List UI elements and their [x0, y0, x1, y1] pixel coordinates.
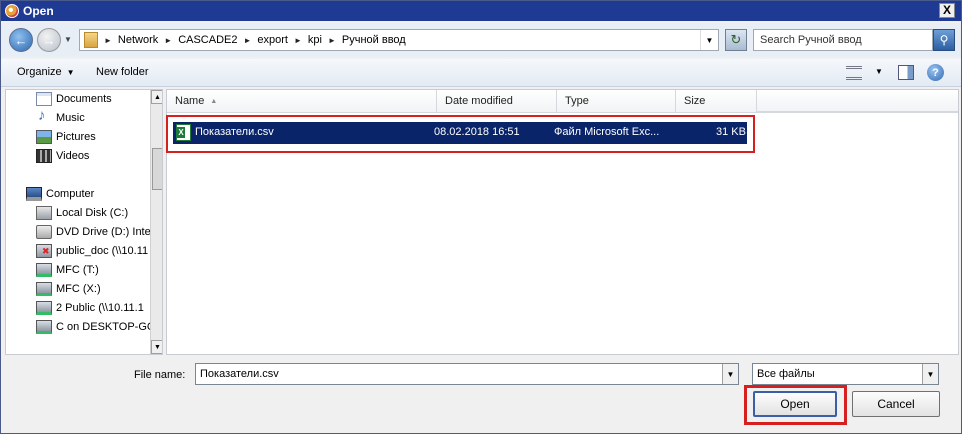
nav-item-label: Documents [56, 93, 112, 105]
chevron-down-icon[interactable]: ▼ [722, 364, 738, 384]
refresh-button[interactable]: ↻ [725, 29, 747, 51]
nav-item-pictures[interactable]: Pictures [36, 128, 96, 146]
dvd-drive-icon [36, 225, 52, 239]
nav-item-label: Computer [46, 188, 95, 200]
nav-item-c-on-desktop[interactable]: C on DESKTOP-GCF [36, 318, 162, 336]
header-divider [167, 112, 958, 113]
nav-item-label: Pictures [56, 131, 96, 143]
command-bar: Organize ▼ New folder ▼ ? [1, 59, 961, 87]
network-drive-icon [36, 320, 52, 334]
breadcrumb-export[interactable]: ► export [243, 34, 288, 46]
breadcrumb-kpi[interactable]: ► kpi [294, 34, 322, 46]
change-view-icon[interactable] [846, 66, 862, 80]
forward-button[interactable]: → [37, 28, 61, 52]
breadcrumb-separator-icon: ► [104, 35, 112, 45]
nav-item-public-doc[interactable]: public_doc (\\10.11 [36, 242, 148, 260]
breadcrumb-separator-icon: ► [243, 35, 252, 45]
search-icon[interactable]: ⚲ [933, 29, 955, 51]
file-name-input[interactable]: Показатели.csv ▼ [195, 363, 739, 385]
videos-icon [36, 149, 52, 163]
local-disk-icon [36, 206, 52, 220]
breadcrumb-label: export [257, 34, 288, 46]
address-row: ← → ▼ ► Network ► CASCADE2 ► export ► kpi ► Р… [1, 23, 961, 57]
breadcrumb-label: Ручной ввод [341, 34, 406, 46]
title-bar: Open X [1, 1, 961, 21]
breadcrumb-cascade2[interactable]: ► CASCADE2 [164, 34, 237, 46]
column-header-type[interactable]: Type [557, 90, 676, 112]
nav-item-mfc-t[interactable]: MFC (T:) [36, 261, 99, 279]
help-icon[interactable]: ? [927, 64, 944, 81]
network-drive-icon [36, 282, 52, 296]
nav-item-label: Music [56, 112, 85, 124]
organize-label: Organize [17, 66, 62, 78]
back-button[interactable]: ← [9, 28, 33, 52]
nav-item-mfc-x[interactable]: MFC (X:) [36, 280, 101, 298]
chevron-down-icon[interactable]: ▼ [922, 364, 938, 384]
breadcrumb-label: Network [117, 34, 159, 46]
nav-item-label: MFC (T:) [56, 264, 99, 276]
nav-item-label: C on DESKTOP-GCF [56, 321, 162, 333]
address-bar[interactable]: ► Network ► CASCADE2 ► export ► kpi ► Ручной … [79, 29, 719, 51]
column-header-filler [757, 90, 958, 112]
cancel-button[interactable]: Cancel [852, 391, 940, 417]
nav-item-music[interactable]: Music [36, 107, 85, 127]
breadcrumb-separator-icon: ► [327, 35, 336, 45]
file-type-select[interactable]: Все файлы ▼ [752, 363, 939, 385]
network-drive-icon [36, 301, 52, 315]
computer-icon [26, 187, 42, 201]
nav-item-dvd-drive[interactable]: DVD Drive (D:) Inte [36, 223, 151, 241]
scroll-up-icon[interactable]: ▲ [151, 90, 162, 104]
breadcrumb-network[interactable]: ► Network [104, 34, 158, 46]
folder-icon [84, 32, 98, 48]
music-icon [36, 107, 52, 125]
nav-item-label: 2 Public (\\10.11.1 [56, 302, 144, 314]
column-header-size[interactable]: Size [676, 90, 757, 112]
nav-item-label: public_doc (\\10.11 [56, 245, 149, 257]
sort-ascending-icon: ▲ [210, 97, 218, 105]
organize-button[interactable]: Organize ▼ [17, 66, 75, 78]
open-dialog: Open X ← → ▼ ► Network ► CASCADE2 ► export … [0, 0, 962, 434]
column-header-label: Name [175, 95, 205, 107]
view-options-dropdown-icon[interactable]: ▼ [875, 67, 883, 76]
nav-item-2-public[interactable]: 2 Public (\\10.11.1 [36, 299, 144, 317]
file-name-value: Показатели.csv [200, 368, 279, 380]
search-input[interactable]: Search Ручной ввод [753, 29, 933, 51]
breadcrumb-label: CASCADE2 [178, 34, 238, 46]
open-button-highlight-annotation [744, 385, 847, 425]
app-icon [5, 4, 19, 18]
navigation-pane: Documents Music Pictures Videos Computer… [5, 89, 163, 355]
address-dropdown-icon[interactable]: ▼ [700, 30, 718, 50]
nav-item-local-disk[interactable]: Local Disk (C:) [36, 204, 128, 222]
pictures-icon [36, 130, 52, 144]
file-type-value: Все файлы [757, 368, 815, 380]
nav-item-computer[interactable]: Computer [26, 185, 94, 203]
new-folder-button[interactable]: New folder [96, 66, 149, 78]
nav-item-videos[interactable]: Videos [36, 147, 89, 165]
documents-icon [36, 92, 52, 106]
breadcrumb-label: kpi [307, 34, 322, 46]
file-name-label: File name: [134, 369, 186, 381]
column-header-date-modified[interactable]: Date modified [437, 90, 557, 112]
network-drive-disconnected-icon [36, 244, 52, 258]
chevron-down-icon: ▼ [66, 68, 75, 77]
nav-item-label: Videos [56, 150, 90, 162]
breadcrumb-manual-input[interactable]: ► Ручной ввод [328, 34, 406, 46]
scroll-down-icon[interactable]: ▼ [151, 340, 162, 354]
breadcrumb-separator-icon: ► [164, 35, 173, 45]
row-highlight-annotation [166, 115, 755, 153]
network-drive-icon [36, 263, 52, 277]
window-title: Open [23, 4, 54, 18]
nav-scrollbar[interactable]: ▲ ▼ [150, 90, 162, 354]
nav-item-documents[interactable]: Documents [36, 90, 112, 108]
nav-item-label: DVD Drive (D:) Inte [56, 226, 151, 238]
scroll-thumb[interactable] [152, 148, 162, 190]
preview-pane-icon[interactable] [898, 65, 914, 80]
nav-item-label: Local Disk (C:) [56, 207, 129, 219]
breadcrumb-separator-icon: ► [293, 35, 302, 45]
close-button[interactable]: X [939, 3, 955, 18]
column-header-name[interactable]: Name ▲ [167, 90, 437, 112]
recent-locations-dropdown[interactable]: ▼ [64, 35, 72, 44]
nav-item-label: MFC (X:) [56, 283, 101, 295]
